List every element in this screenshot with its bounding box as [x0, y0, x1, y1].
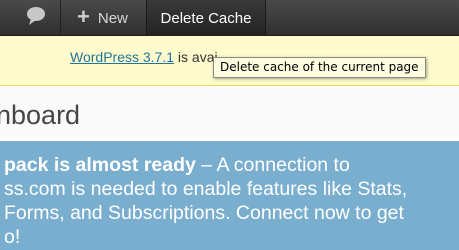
jetpack-banner-line-2: ss.com is needed to enable features like…	[4, 178, 408, 200]
wordpress-version-link[interactable]: WordPress 3.7.1	[70, 49, 174, 65]
plus-icon: +	[77, 4, 90, 29]
delete-cache-label: Delete Cache	[160, 9, 252, 27]
jetpack-banner-heading: pack is almost ready	[4, 154, 196, 176]
jetpack-banner-line-3: Forms, and Subscriptions. Connect now to…	[4, 202, 404, 224]
jetpack-banner-line-1-rest: – A connection to	[195, 154, 350, 176]
jetpack-banner-line-4: o!	[4, 226, 21, 248]
update-notice-text: WordPress 3.7.1 is avai	[70, 49, 218, 65]
page-title: nboard	[0, 100, 81, 130]
comments-button[interactable]	[14, 0, 58, 36]
delete-cache-button[interactable]: Delete Cache	[146, 0, 266, 36]
jetpack-banner-line-1: pack is almost ready – A connection to	[4, 153, 350, 177]
admin-bar: + New Delete Cache	[0, 0, 459, 36]
delete-cache-tooltip: Delete cache of the current page	[213, 57, 426, 78]
new-content-button[interactable]: + New	[61, 0, 146, 36]
update-notice-rest: is avai	[177, 49, 218, 65]
jetpack-banner: pack is almost ready – A connection to s…	[0, 141, 459, 250]
new-label: New	[97, 9, 128, 27]
speech-bubble-icon	[25, 6, 47, 31]
